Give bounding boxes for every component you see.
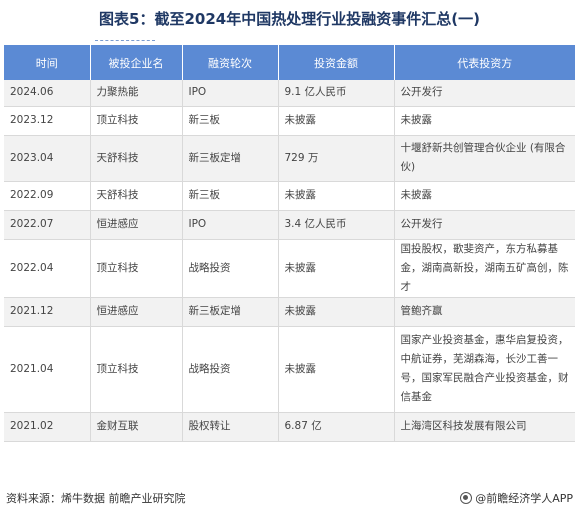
cell-investors: 上海湾区科技发展有限公司 (394, 412, 575, 442)
cell-time: 2021.02 (4, 412, 91, 442)
table-row: 2023.12 顶立科技 新三板 未披露 未披露 (4, 106, 575, 136)
cell-round: 股权转让 (182, 412, 279, 442)
header-round: 融资轮次 (182, 45, 279, 80)
header-time: 时间 (4, 45, 91, 80)
cell-company: 恒进感应 (90, 297, 183, 327)
cell-amount: 未披露 (278, 181, 395, 211)
cell-company: 恒进感应 (90, 210, 183, 240)
cell-investors: 未披露 (394, 181, 575, 211)
cell-company: 天舒科技 (90, 135, 183, 182)
cell-company: 顶立科技 (90, 326, 183, 413)
table-row: 2021.02 金财互联 股权转让 6.87 亿 上海湾区科技发展有限公司 (4, 412, 575, 442)
cell-time: 2021.12 (4, 297, 91, 327)
table-row: 2022.07 恒进感应 IPO 3.4 亿人民币 公开发行 (4, 210, 575, 240)
cell-investors: 十堰舒新共创管理合伙企业 (有限合伙) (394, 135, 575, 182)
cell-investors: 国家产业投资基金，惠华启复投资，中航证券，芜湖森海，长沙工善一号，国家军民融合产… (394, 326, 575, 413)
cell-company: 力聚热能 (90, 80, 183, 107)
brand-credit-text: @前瞻经济学人APP (475, 492, 573, 505)
chart-title: 图表5：截至2024年中国热处理行业投融资事件汇总(一) (99, 10, 480, 28)
cell-round: 新三板 (182, 181, 279, 211)
cell-round: 新三板定增 (182, 135, 279, 182)
cell-round: 战略投资 (182, 239, 279, 298)
cell-time: 2022.07 (4, 210, 91, 240)
cell-time: 2022.09 (4, 181, 91, 211)
cell-amount: 未披露 (278, 106, 395, 136)
cell-round: 新三板定增 (182, 297, 279, 327)
cell-time: 2024.06 (4, 80, 91, 107)
cell-round: 战略投资 (182, 326, 279, 413)
cell-investors: 管鲍齐赢 (394, 297, 575, 327)
cell-round: IPO (182, 80, 279, 107)
investment-table: 时间 被投企业名 融资轮次 投资金额 代表投资方 2024.06 力聚热能 IP… (4, 45, 575, 442)
header-company: 被投企业名 (90, 45, 183, 80)
header-amount: 投资金额 (278, 45, 395, 80)
cell-amount: 6.87 亿 (278, 412, 395, 442)
table-row: 2022.04 顶立科技 战略投资 未披露 国投股权，歌斐资产，东方私募基金，湖… (4, 239, 575, 298)
table-row: 2021.12 恒进感应 新三板定增 未披露 管鲍齐赢 (4, 297, 575, 327)
table-row: 2023.04 天舒科技 新三板定增 729 万 十堰舒新共创管理合伙企业 (有… (4, 135, 575, 182)
cell-company: 顶立科技 (90, 106, 183, 136)
cell-investors: 公开发行 (394, 210, 575, 240)
cell-company: 天舒科技 (90, 181, 183, 211)
cell-amount: 729 万 (278, 135, 395, 182)
cell-amount: 未披露 (278, 239, 395, 298)
cell-company: 金财互联 (90, 412, 183, 442)
table-row: 2021.04 顶立科技 战略投资 未披露 国家产业投资基金，惠华启复投资，中航… (4, 326, 575, 413)
cell-amount: 9.1 亿人民币 (278, 80, 395, 107)
cell-time: 2023.04 (4, 135, 91, 182)
cell-investors: 未披露 (394, 106, 575, 136)
brand-logo-icon (460, 492, 473, 504)
cell-company: 顶立科技 (90, 239, 183, 298)
cell-time: 2023.12 (4, 106, 91, 136)
source-note: 资料来源：烯牛数据 前瞻产业研究院 (6, 492, 186, 505)
cell-amount: 未披露 (278, 326, 395, 413)
brand-credit: @前瞻经济学人APP (460, 490, 573, 506)
cell-amount: 未披露 (278, 297, 395, 327)
title-underline (95, 40, 155, 41)
table-row: 2024.06 力聚热能 IPO 9.1 亿人民币 公开发行 (4, 80, 575, 107)
table-header-row: 时间 被投企业名 融资轮次 投资金额 代表投资方 (4, 45, 575, 80)
cell-investors: 国投股权，歌斐资产，东方私募基金，湖南高新投，湖南五矿高创，陈才 (394, 239, 575, 298)
cell-investors: 公开发行 (394, 80, 575, 107)
cell-round: IPO (182, 210, 279, 240)
cell-time: 2022.04 (4, 239, 91, 298)
cell-round: 新三板 (182, 106, 279, 136)
header-investors: 代表投资方 (394, 45, 575, 80)
cell-amount: 3.4 亿人民币 (278, 210, 395, 240)
table-row: 2022.09 天舒科技 新三板 未披露 未披露 (4, 181, 575, 211)
cell-time: 2021.04 (4, 326, 91, 413)
